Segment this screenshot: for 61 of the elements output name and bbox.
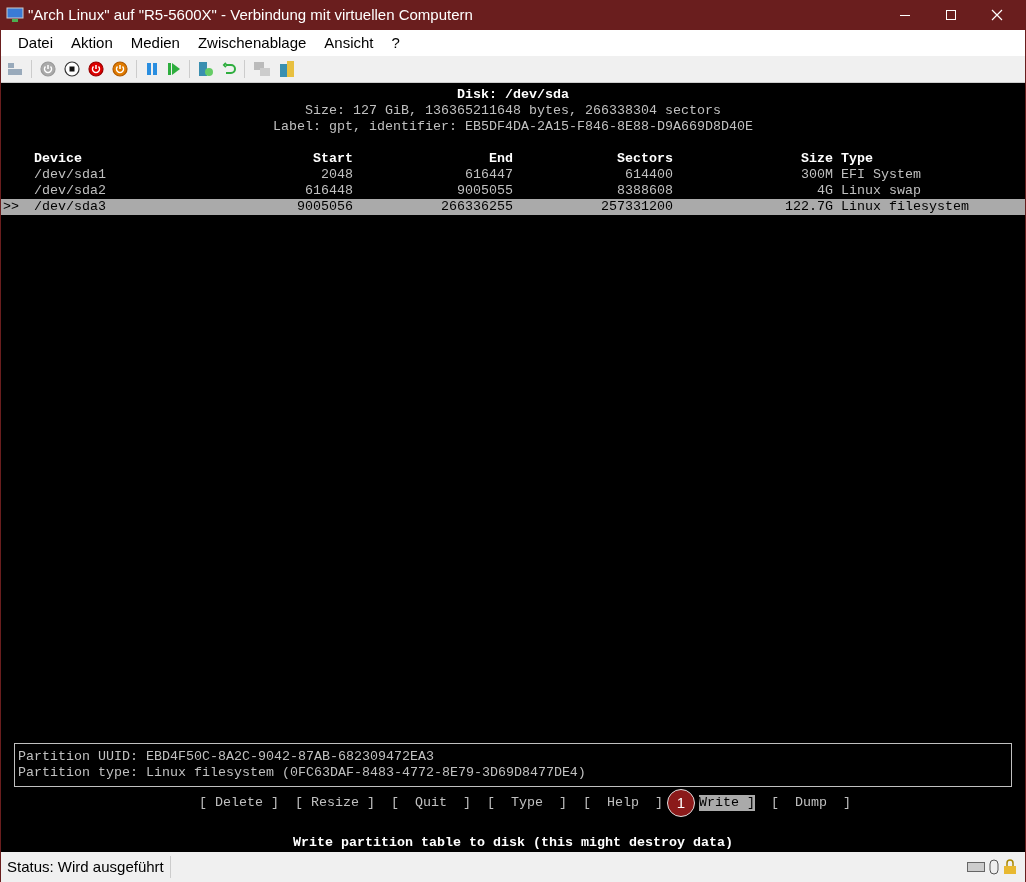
menu-item[interactable]: Medien (121, 31, 189, 55)
action-button[interactable]: [ Quit ] (391, 795, 471, 811)
disk-title: Disk: /dev/sda (456, 87, 570, 103)
row-marker: >> (3, 199, 19, 214)
column-header: Sectors (617, 151, 673, 166)
menu-item[interactable]: Aktion (62, 31, 122, 55)
table-cell-text: /dev/sda3 (34, 199, 107, 215)
disk-label: Label: gpt, identifier: EB5DF4DA-2A15-F846-8E88-D9A669D8D40E (272, 119, 754, 135)
table-cell: 8388608 (617, 183, 673, 198)
action-button[interactable]: [ Type ] (487, 795, 567, 811)
column-header: End (489, 151, 513, 166)
menu-item[interactable]: Datei (9, 31, 63, 55)
action-button[interactable]: [ Dump ] (770, 795, 851, 811)
column-header: Type (841, 151, 873, 167)
hint-text: Write partition table to disk (this might destroy data) (292, 835, 734, 851)
table-cell-text: /dev/sda2 (34, 183, 107, 199)
table-cell: Linux swap (841, 183, 921, 199)
table-cell: 614400 (625, 167, 673, 182)
table-cell: 266336255 (441, 199, 513, 214)
disk-size: Size: 127 GiB, 136365211648 bytes, 266338304 sectors (304, 103, 722, 119)
partition-row[interactable]: >> /dev/sda3 9005056 266336255 257331200 122.7G Linux filesystem (1, 199, 1025, 215)
action-button[interactable]: [ Delete ] (199, 795, 280, 811)
table-cell: 122.7G (785, 199, 833, 214)
mouse-icon (989, 859, 999, 875)
table-cell: Linux filesystem (841, 199, 969, 215)
lock-icon (1003, 859, 1017, 875)
keys-icon[interactable] (7, 62, 23, 76)
info-line: Partition type: Linux filesystem (0FC63DAF-8483-4772-8E79-3D69D8477DE4) (18, 765, 587, 781)
power-icon[interactable] (88, 61, 104, 77)
column-header: Device (34, 151, 83, 167)
status-text: Status: Wird ausgeführt (1, 855, 171, 879)
info-line: Partition UUID: EBD4F50C-8A2C-9042-87AB-682309472EA3 (18, 749, 435, 765)
step-badge: 1 (666, 789, 695, 817)
action-button[interactable]: [ Resize ] (295, 795, 375, 811)
undo-icon[interactable] (222, 62, 236, 76)
power-icon[interactable] (112, 61, 128, 77)
action-button[interactable]: Write ] (698, 795, 755, 811)
play-icon[interactable] (167, 62, 181, 76)
partition-row[interactable]: /dev/sda2 616448 9005055 8388608 4G Linux swap (1, 183, 1025, 199)
table-cell: 9005056 (297, 199, 353, 214)
column-header: Start (313, 151, 353, 166)
table-cell: 300M (801, 167, 833, 182)
table-cell: 257331200 (601, 199, 673, 214)
table-cell: 2048 (321, 167, 353, 182)
table-cell: EFI System (841, 167, 921, 183)
monitor-icon (6, 7, 24, 23)
menu-item[interactable]: Zwischenablage (188, 31, 316, 55)
table-cell: 9005055 (457, 183, 513, 198)
stop-icon[interactable] (64, 61, 80, 77)
keyboard-icon (967, 862, 985, 872)
table-cell: 616447 (465, 167, 513, 182)
pause-icon[interactable] (145, 62, 159, 76)
menu-item[interactable]: Ansicht (315, 31, 383, 55)
table-cell-text: /dev/sda1 (34, 167, 107, 183)
window-title: "Arch Linux" auf "R5-5600X" - Verbindung mit virtuellen Computern (28, 4, 473, 25)
menu-item[interactable]: ? (382, 31, 409, 55)
column-header: Size (801, 151, 833, 166)
table-cell: 4G (817, 183, 833, 198)
table-cell: 616448 (305, 183, 353, 198)
action-button[interactable]: [ Help ] (583, 795, 663, 811)
partition-row[interactable]: /dev/sda1 2048 616447 614400 300M EFI System (1, 167, 1025, 183)
